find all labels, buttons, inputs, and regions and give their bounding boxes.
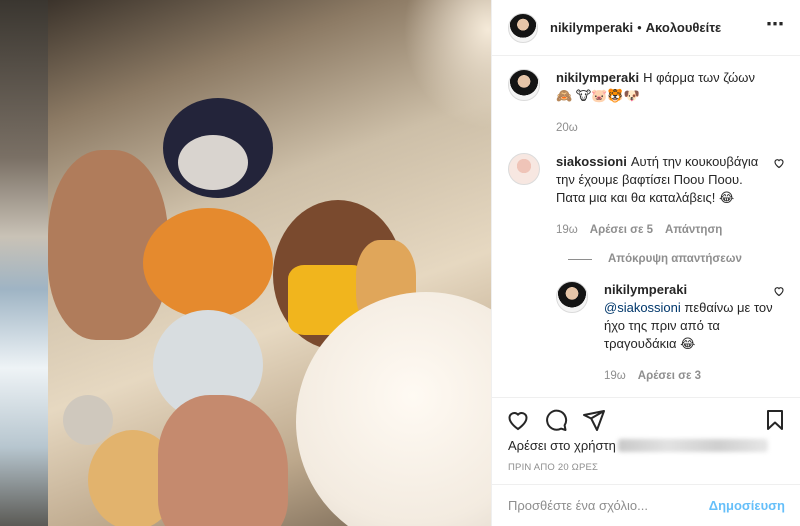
separator-dot: •	[637, 20, 642, 35]
plush-cow-face	[178, 135, 248, 190]
reply-username[interactable]: nikilymperaki	[604, 282, 687, 297]
hide-replies-label: Απόκρυψη απαντήσεων	[608, 253, 742, 265]
likes-line: Αρέσει στο χρήστη	[508, 438, 768, 453]
post-header: nikilymperaki • Ακολουθείτε ⋯	[492, 0, 800, 56]
following-button[interactable]: Ακολουθείτε	[646, 20, 722, 35]
comment-body: siakossioni Αυτή την κουκουβάγια την έχου…	[556, 153, 771, 239]
comment: siakossioni Αυτή την κουκουβάγια την έχου…	[508, 153, 785, 239]
post-side-panel: nikilymperaki • Ακολουθείτε ⋯ nikilymper…	[491, 0, 800, 526]
stuffed-animals-photo	[48, 0, 491, 526]
reply-likes[interactable]: Αρέσει σε 3	[638, 367, 701, 385]
avatar[interactable]	[508, 69, 540, 101]
reply-body: nikilymperaki @siakossioni πεθαίνω με το…	[604, 281, 774, 385]
caption-body: nikilymperaki Η φάρμα των ζώων 🙈 🐮🐷🐯🐶 20ω	[556, 69, 771, 137]
reply: nikilymperaki @siakossioni πεθαίνω με το…	[556, 281, 785, 385]
hide-replies-line	[568, 258, 592, 260]
post-timestamp[interactable]: ΠΡΙΝ ΑΠΟ 20 ΩΡΕΣ	[508, 462, 598, 473]
reply-meta: 19ω Αρέσει σε 3	[604, 367, 774, 385]
reply-like-icon[interactable]	[773, 285, 785, 297]
post-comment-button[interactable]: Δημοσίευση	[709, 498, 785, 513]
post-actions	[492, 397, 800, 442]
likes-text[interactable]: Αρέσει στο χρήστη	[508, 438, 616, 453]
caption-meta: 20ω	[556, 119, 771, 137]
add-comment-bar: Προσθέστε ένα σχόλιο... Δημοσίευση	[492, 484, 800, 526]
avatar[interactable]	[556, 281, 588, 313]
comment-meta: 19ω Αρέσει σε 5 Απάντηση	[556, 221, 771, 239]
comment-likes[interactable]: Αρέσει σε 5	[590, 221, 653, 239]
reply-mention[interactable]: @siakossioni	[604, 300, 681, 315]
more-options-icon[interactable]: ⋯	[766, 14, 785, 35]
plush-tiger	[143, 208, 273, 318]
avatar[interactable]	[508, 153, 540, 185]
caption-username[interactable]: nikilymperaki	[556, 70, 639, 85]
reply-button[interactable]: Απάντηση	[665, 221, 722, 239]
post-photo[interactable]	[0, 0, 491, 526]
teether-ring	[63, 395, 113, 445]
comments-section[interactable]: nikilymperaki Η φάρμα των ζώων 🙈 🐮🐷🐯🐶 20ω…	[492, 57, 800, 397]
comment-icon[interactable]	[544, 408, 568, 432]
comment-input[interactable]: Προσθέστε ένα σχόλιο...	[508, 498, 709, 513]
previous-post-edge	[0, 0, 48, 526]
comment-username[interactable]: siakossioni	[556, 154, 627, 169]
caption-time[interactable]: 20ω	[556, 119, 578, 137]
header-username[interactable]: nikilymperaki	[550, 20, 633, 35]
comment-like-icon[interactable]	[773, 157, 785, 169]
heart-icon[interactable]	[506, 408, 530, 432]
hide-replies-button[interactable]: Απόκρυψη απαντήσεων	[568, 253, 785, 265]
share-icon[interactable]	[582, 408, 606, 432]
avatar[interactable]	[508, 12, 538, 43]
bookmark-icon[interactable]	[763, 408, 787, 432]
hand	[158, 395, 288, 526]
reply-time[interactable]: 19ω	[604, 367, 626, 385]
caption: nikilymperaki Η φάρμα των ζώων 🙈 🐮🐷🐯🐶 20ω	[508, 69, 785, 137]
blurred-username	[617, 439, 768, 452]
comment-time[interactable]: 19ω	[556, 221, 578, 239]
